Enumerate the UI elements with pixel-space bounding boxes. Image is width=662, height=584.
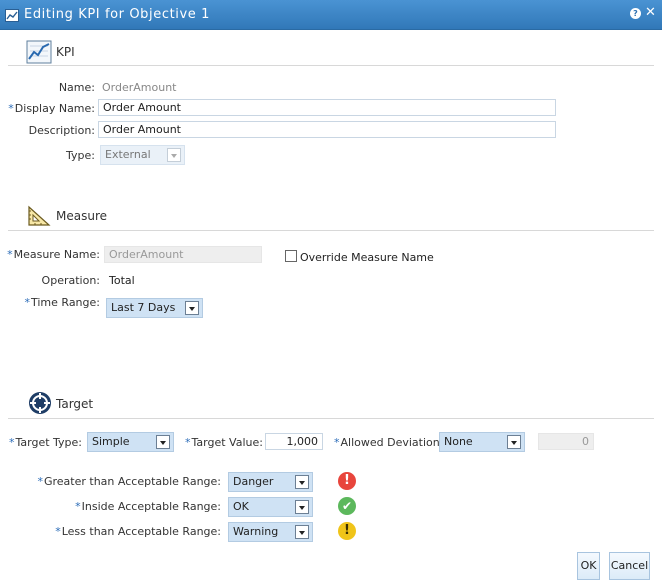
override-measure-name-label: Override Measure Name [300,251,434,264]
chevron-down-icon [156,435,170,449]
target-crosshair-icon [28,391,52,418]
target-divider [8,418,654,419]
ok-button[interactable]: OK [577,552,600,580]
target-value-field[interactable]: 1,000 [265,433,323,450]
time-range-value: Last 7 Days [111,301,176,314]
description-field[interactable]: Order Amount [98,121,556,138]
chevron-down-icon [167,148,181,162]
name-value: OrderAmount [102,81,177,94]
measure-name-label: *Measure Name: [7,248,100,261]
type-select: External [100,145,185,165]
description-label: Description: [28,124,95,137]
measure-divider [8,230,654,231]
target-type-value: Simple [92,435,130,448]
dialog-title: Editing KPI for Objective 1 [24,7,210,22]
target-type-select[interactable]: Simple [87,432,174,452]
less-range-value: Warning [233,525,279,538]
inside-range-label: *Inside Acceptable Range: [75,500,221,513]
name-label: Name: [58,81,95,94]
type-select-value: External [105,148,151,161]
greater-range-select[interactable]: Danger [228,472,313,492]
ok-check-icon: ✔ [338,497,356,515]
allowed-deviation-value: None [444,435,473,448]
danger-icon: ! [338,472,356,490]
measure-name-field: OrderAmount [104,246,262,263]
dialog-titlebar: Editing KPI for Objective 1 ? ✕ [0,0,662,30]
measure-section-header: Measure [26,202,226,232]
greater-range-label: *Greater than Acceptable Range: [37,475,221,488]
warning-icon: ! [338,522,356,540]
target-section-title: Target [56,397,94,411]
chevron-down-icon [185,301,199,315]
kpi-section-title: KPI [56,45,75,59]
chevron-down-icon [507,435,521,449]
display-name-label: *Display Name: [8,102,95,115]
less-range-select[interactable]: Warning [228,522,313,542]
inside-range-select[interactable]: OK [228,497,313,517]
allowed-deviation-label: *Allowed Deviation: [334,436,444,449]
kpi-section-header: KPI [26,38,226,68]
measure-section-title: Measure [56,209,107,223]
help-icon[interactable]: ? [630,8,641,19]
type-label: Type: [66,149,95,162]
target-value-label: *Target Value: [185,436,263,449]
kpi-chart-icon [26,40,52,67]
chart-icon [5,9,19,22]
measure-ruler-icon [26,204,52,231]
chevron-down-icon [295,475,309,489]
target-type-label: *Target Type: [9,436,82,449]
display-name-field[interactable]: Order Amount [98,99,556,116]
deviation-amount-field: 0 [538,433,594,450]
time-range-label: *Time Range: [24,296,101,309]
chevron-down-icon [295,500,309,514]
less-range-label: *Less than Acceptable Range: [55,525,221,538]
operation-label: Operation: [41,274,100,287]
time-range-select[interactable]: Last 7 Days [106,298,203,318]
greater-range-value: Danger [233,475,274,488]
chevron-down-icon [295,525,309,539]
close-icon[interactable]: ✕ [645,5,656,20]
kpi-divider [8,65,654,66]
allowed-deviation-select[interactable]: None [439,432,525,452]
override-measure-name-checkbox[interactable] [285,250,297,262]
cancel-button[interactable]: Cancel [609,552,650,580]
inside-range-value: OK [233,500,249,513]
target-section-header: Target [26,390,226,420]
operation-value: Total [109,274,135,287]
